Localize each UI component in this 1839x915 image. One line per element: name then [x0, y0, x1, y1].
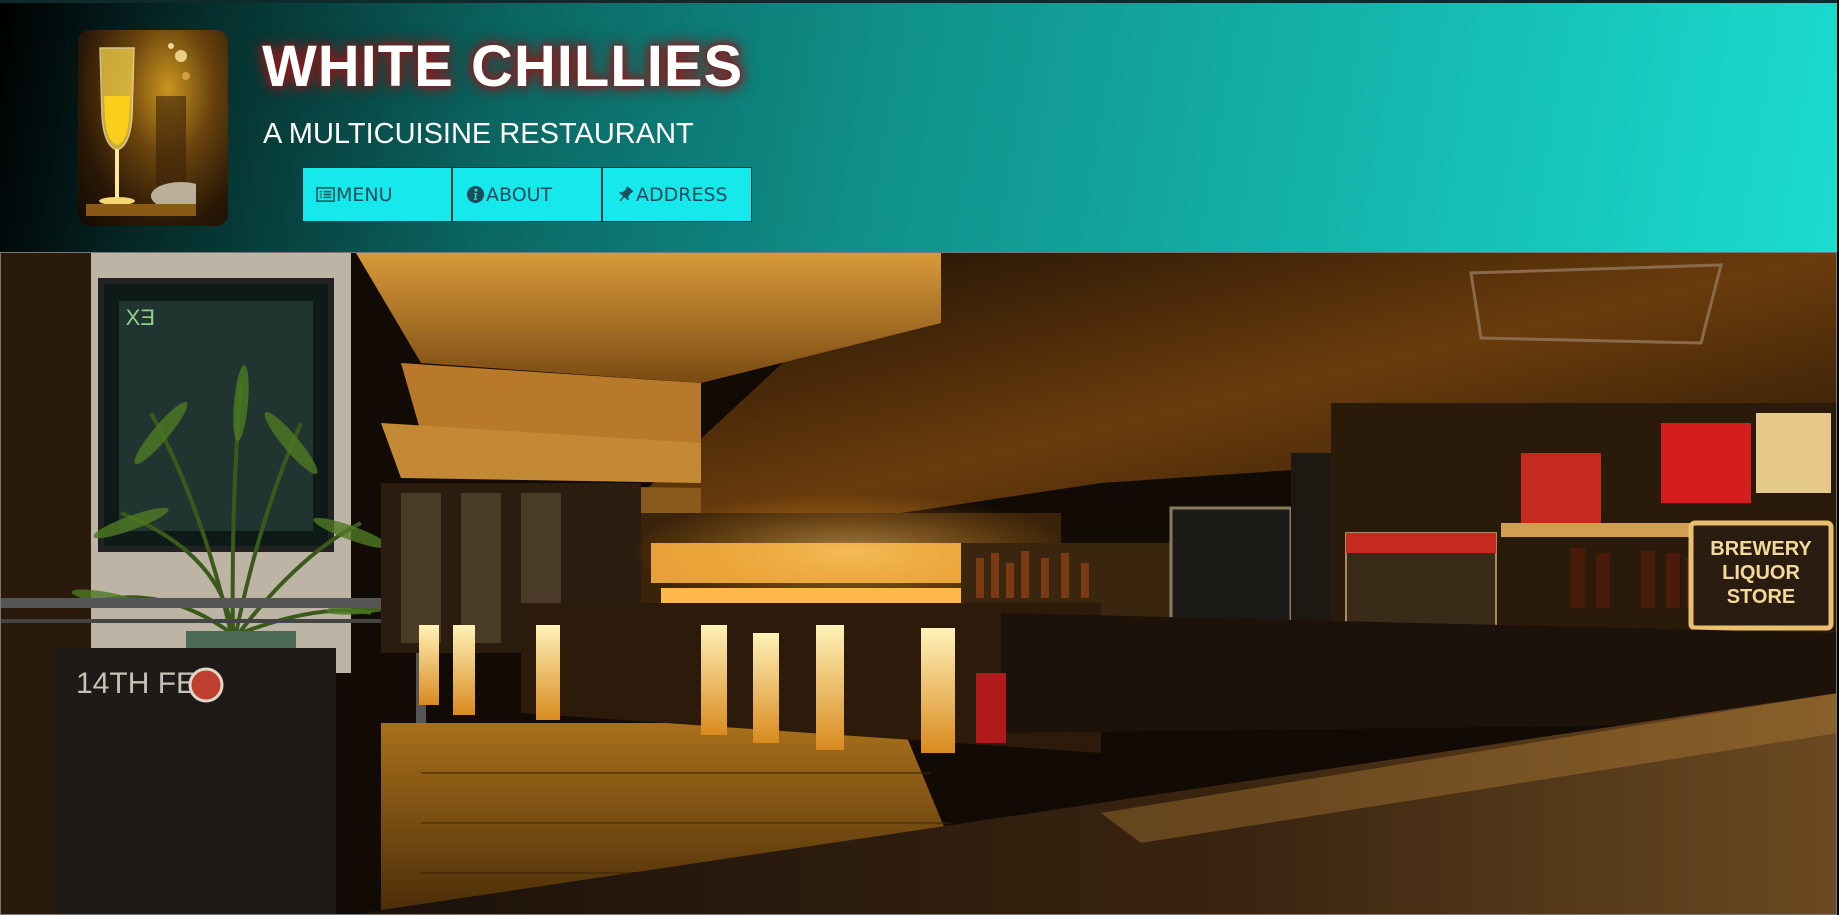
logo[interactable] [78, 30, 228, 226]
info-icon [465, 185, 485, 205]
restaurant-interior-photo: EX 14TH FEB BREWERY LIQUOR STORE [1, 253, 1836, 914]
site-subtitle: A MULTICUISINE RESTAURANT [263, 118, 694, 150]
nav-about-button[interactable]: ABOUT [452, 167, 602, 222]
main-nav: MENU ABOUT ADDRESS [302, 167, 752, 222]
list-icon [315, 185, 335, 205]
sign-line-1: BREWERY [1710, 538, 1812, 560]
nav-address-button[interactable]: ADDRESS [602, 167, 752, 222]
nav-about-label: ABOUT [486, 183, 553, 206]
sign-line-3: STORE [1727, 586, 1796, 608]
nav-menu-label: MENU [336, 183, 393, 206]
nav-address-label: ADDRESS [636, 183, 728, 206]
page: WHITE CHILLIES A MULTICUISINE RESTAURANT… [0, 0, 1839, 915]
site-header: WHITE CHILLIES A MULTICUISINE RESTAURANT… [0, 0, 1837, 252]
exit-sign-text: EX [125, 305, 155, 330]
nav-menu-button[interactable]: MENU [302, 167, 452, 222]
pin-icon [615, 185, 635, 205]
site-title: WHITE CHILLIES [262, 34, 744, 99]
wine-glass-icon [86, 43, 196, 216]
sign-line-2: LIQUOR [1722, 562, 1800, 584]
hero-image: EX 14TH FEB BREWERY LIQUOR STORE [0, 252, 1837, 915]
